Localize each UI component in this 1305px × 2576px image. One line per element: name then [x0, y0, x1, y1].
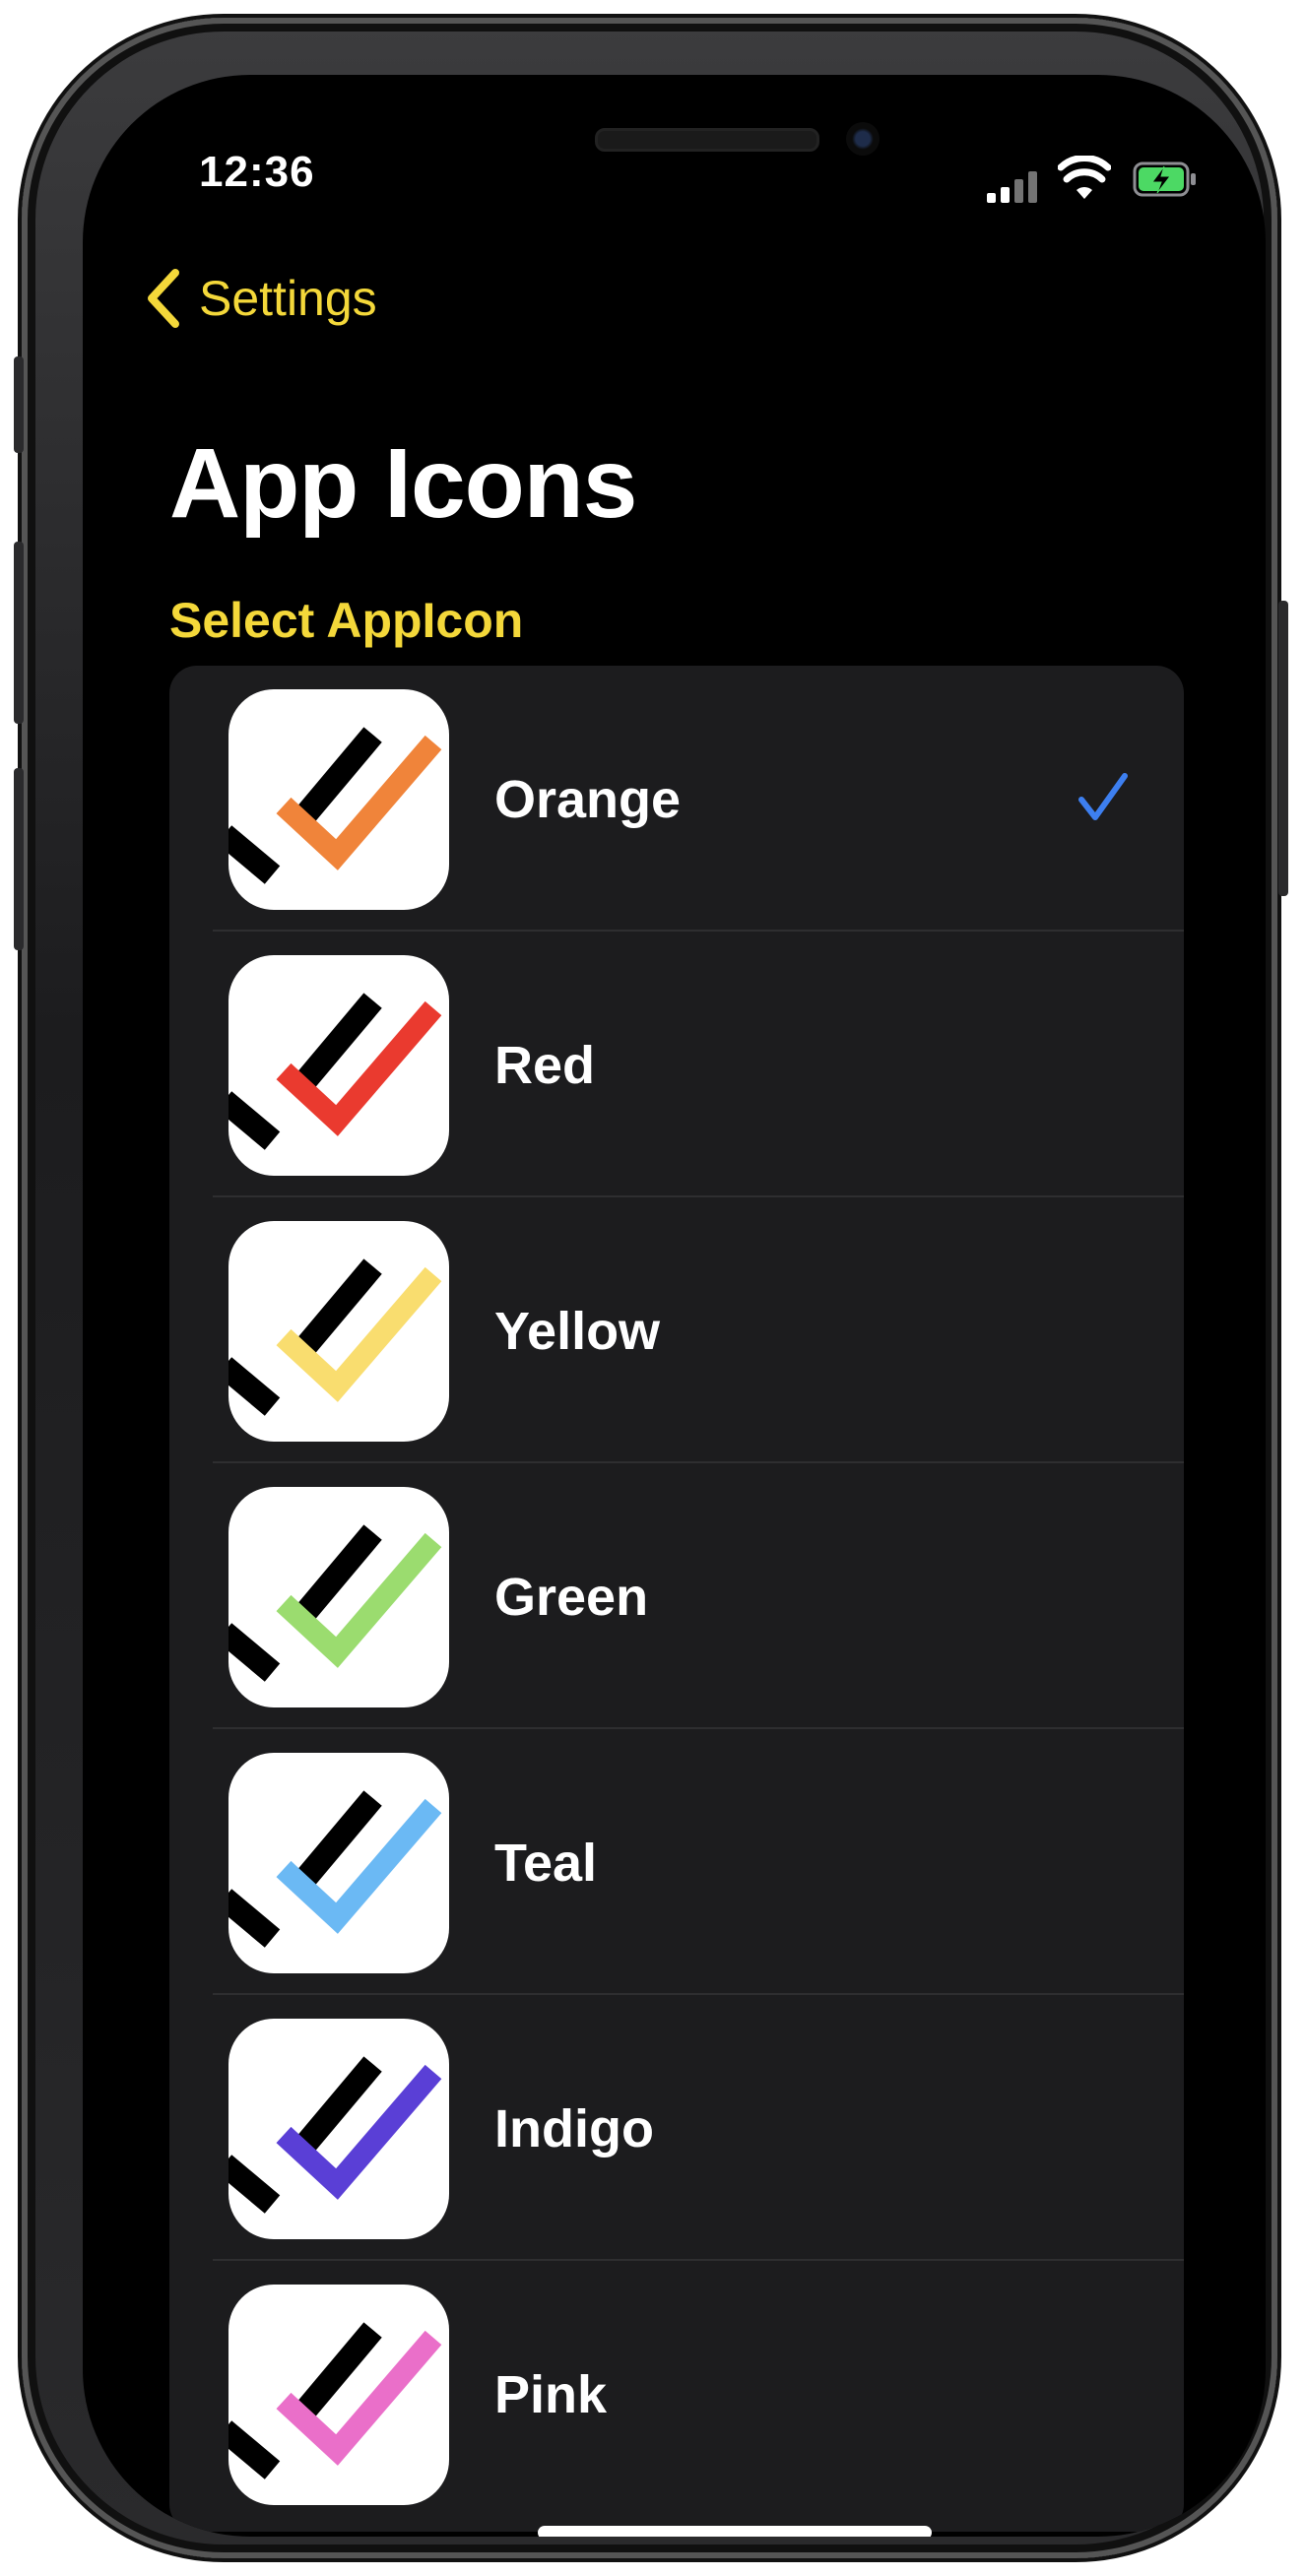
app-icon-preview — [228, 1753, 449, 1973]
app-icon-option-red[interactable]: Red — [169, 932, 1184, 1197]
home-indicator[interactable] — [538, 2526, 932, 2537]
app-icon-option-teal[interactable]: Teal — [169, 1729, 1184, 1995]
option-label: Yellow — [494, 1302, 661, 1361]
app-icon-preview — [228, 1487, 449, 1707]
volume-up-button — [14, 542, 24, 724]
option-label: Green — [494, 1568, 649, 1627]
app-icon-list: Orange Red Yellow Green Teal Indigo Pink — [169, 666, 1184, 2532]
speaker-grille — [595, 128, 819, 152]
battery-charging-icon — [1133, 161, 1196, 197]
app-icon-option-green[interactable]: Green — [169, 1463, 1184, 1729]
checkmark-icon — [1078, 773, 1128, 820]
section-header: Select AppIcon — [169, 593, 524, 648]
app-icon-preview — [228, 2285, 449, 2505]
app-icon-option-orange[interactable]: Orange — [169, 666, 1184, 932]
wifi-icon — [1058, 156, 1111, 199]
power-button — [1278, 601, 1288, 896]
back-label: Settings — [199, 271, 377, 326]
option-label: Red — [494, 1036, 596, 1095]
option-label: Teal — [494, 1834, 598, 1893]
chevron-left-icon — [148, 269, 179, 328]
option-label: Orange — [494, 770, 682, 829]
app-icon-option-pink[interactable]: Pink — [169, 2261, 1184, 2527]
page-title: App Icons — [169, 428, 637, 539]
app-icon-preview — [228, 1221, 449, 1442]
app-icon-option-indigo[interactable]: Indigo — [169, 1995, 1184, 2261]
mute-switch — [14, 356, 24, 453]
app-icon-preview — [228, 955, 449, 1176]
status-time: 12:36 — [199, 148, 315, 196]
app-icon-preview — [228, 689, 449, 910]
app-icon-preview — [228, 2019, 449, 2239]
back-button[interactable]: Settings — [142, 267, 377, 330]
phone-frame: 12:36 Settings App Icons Select AppIcon — [22, 18, 1277, 2558]
app-icon-option-yellow[interactable]: Yellow — [169, 1197, 1184, 1463]
volume-down-button — [14, 768, 24, 950]
front-camera — [846, 122, 880, 156]
option-label: Pink — [494, 2365, 608, 2424]
screen: 12:36 Settings App Icons Select AppIcon — [83, 75, 1266, 2537]
signal-icon — [987, 171, 1038, 203]
option-label: Indigo — [494, 2099, 654, 2158]
